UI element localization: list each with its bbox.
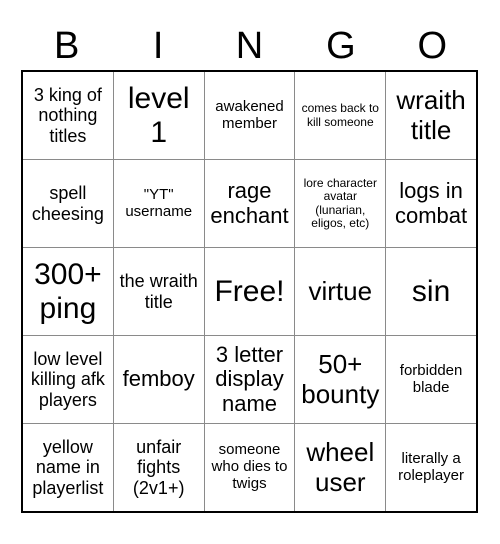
bingo-cell[interactable]: femboy — [114, 336, 205, 423]
bingo-cell[interactable]: lore character avatar (lunarian, eligos,… — [295, 160, 387, 247]
bingo-cell[interactable]: the wraith title — [114, 248, 205, 335]
bingo-free-cell[interactable]: Free! — [205, 248, 296, 335]
bingo-cell[interactable]: rage enchant — [205, 160, 296, 247]
bingo-row: 300+ ping the wraith title Free! virtue … — [23, 248, 476, 336]
bingo-cell[interactable]: yellow name in playerlist — [23, 424, 114, 511]
bingo-cell[interactable]: unfair fights (2v1+) — [114, 424, 205, 511]
bingo-row: spell cheesing "YT" username rage enchan… — [23, 160, 476, 248]
bingo-header-letter-n: N — [235, 25, 264, 67]
bingo-cell[interactable]: 300+ ping — [23, 248, 114, 335]
bingo-grid: 3 king of nothing titles level 1 awakene… — [21, 70, 478, 513]
bingo-cell[interactable]: wraith title — [386, 72, 476, 159]
bingo-cell[interactable]: 3 king of nothing titles — [23, 72, 114, 159]
bingo-cell[interactable]: logs in combat — [386, 160, 476, 247]
bingo-cell[interactable]: sin — [386, 248, 476, 335]
bingo-header: B I N G O — [21, 22, 478, 70]
bingo-cell[interactable]: someone who dies to twigs — [205, 424, 296, 511]
bingo-cell[interactable]: 3 letter display name — [205, 336, 296, 423]
bingo-header-letter-g: G — [326, 25, 356, 67]
bingo-cell[interactable]: literally a roleplayer — [386, 424, 476, 511]
bingo-cell[interactable]: level 1 — [114, 72, 205, 159]
bingo-cell[interactable]: forbidden blade — [386, 336, 476, 423]
bingo-cell[interactable]: 50+ bounty — [295, 336, 387, 423]
bingo-cell[interactable]: comes back to kill someone — [295, 72, 387, 159]
bingo-row: low level killing afk players femboy 3 l… — [23, 336, 476, 424]
bingo-cell[interactable]: spell cheesing — [23, 160, 114, 247]
bingo-header-letter-i: I — [152, 25, 164, 67]
bingo-cell[interactable]: awakened member — [205, 72, 296, 159]
bingo-cell[interactable]: virtue — [295, 248, 387, 335]
bingo-cell[interactable]: "YT" username — [114, 160, 205, 247]
bingo-row: yellow name in playerlist unfair fights … — [23, 424, 476, 511]
bingo-header-letter-o: O — [417, 25, 448, 67]
bingo-row: 3 king of nothing titles level 1 awakene… — [23, 72, 476, 160]
bingo-card: B I N G O 3 king of nothing titles level… — [0, 0, 500, 544]
bingo-cell[interactable]: wheel user — [295, 424, 387, 511]
bingo-cell[interactable]: low level killing afk players — [23, 336, 114, 423]
bingo-header-letter-b: B — [54, 25, 80, 67]
